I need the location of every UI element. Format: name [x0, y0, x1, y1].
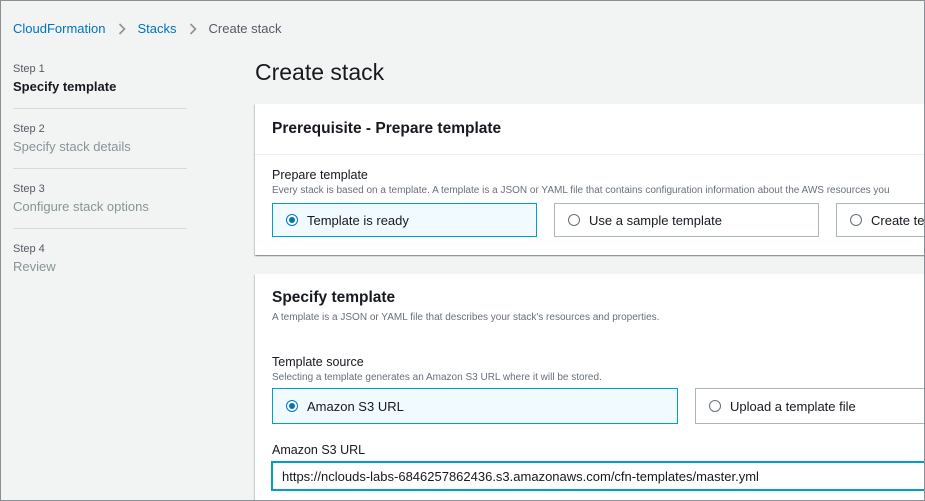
prepare-template-description: Every stack is based on a template. A te… — [272, 185, 890, 196]
breadcrumb-cloudformation[interactable]: CloudFormation — [13, 21, 106, 36]
step-number: Step 4 — [13, 243, 45, 255]
radio-icon — [850, 214, 862, 226]
template-source-label: Template source — [272, 355, 364, 369]
radio-icon — [709, 400, 721, 412]
option-upload-template-file[interactable]: Upload a template file — [695, 388, 924, 424]
panel-header: Prerequisite - Prepare template — [255, 104, 924, 155]
chevron-right-icon — [118, 22, 126, 35]
breadcrumb-stacks[interactable]: Stacks — [138, 21, 177, 36]
wizard-steps: Step 1 Specify template Step 2 Specify s… — [13, 62, 187, 301]
template-source-description: Selecting a template generates an Amazon… — [272, 372, 602, 383]
step-title: Configure stack options — [13, 199, 149, 214]
option-amazon-s3-url[interactable]: Amazon S3 URL — [272, 388, 678, 424]
breadcrumb-create-stack: Create stack — [208, 21, 282, 36]
breadcrumb: CloudFormation Stacks Create stack — [13, 21, 282, 36]
specify-template-description: A template is a JSON or YAML file that d… — [272, 312, 660, 323]
option-label: Amazon S3 URL — [307, 398, 404, 414]
option-label: Upload a template file — [730, 398, 856, 414]
step-2: Step 2 Specify stack details — [13, 122, 187, 169]
step-3: Step 3 Configure stack options — [13, 182, 187, 229]
option-label: Create ter — [871, 212, 925, 228]
prerequisite-panel: Prerequisite - Prepare template Prepare … — [255, 104, 925, 255]
chevron-right-icon — [189, 22, 197, 35]
field-label: Prepare template — [272, 168, 368, 182]
radio-selected-icon — [286, 400, 298, 412]
step-title: Specify stack details — [13, 139, 131, 154]
page-title: Create stack — [255, 59, 385, 85]
step-4: Step 4 Review — [13, 242, 187, 288]
panel-heading: Specify template — [272, 289, 396, 306]
option-label: Template is ready — [307, 212, 409, 228]
radio-selected-icon — [286, 214, 298, 226]
panel-heading: Prerequisite - Prepare template — [272, 120, 502, 137]
prepare-template-label: Prepare template — [272, 168, 368, 182]
option-label: Use a sample template — [589, 212, 722, 228]
radio-icon — [568, 214, 580, 226]
step-number: Step 3 — [13, 183, 45, 195]
panel-header: Specify template — [272, 289, 395, 307]
step-number: Step 2 — [13, 123, 45, 135]
option-sample-template[interactable]: Use a sample template — [554, 203, 819, 237]
s3-url-label: Amazon S3 URL — [272, 443, 366, 457]
specify-template-panel: Specify template A template is a JSON or… — [255, 274, 924, 500]
step-title: Specify template — [13, 79, 117, 94]
step-1: Step 1 Specify template — [13, 62, 187, 109]
s3-url-input[interactable] — [272, 462, 924, 490]
option-create-template[interactable]: Create ter — [836, 203, 925, 237]
app-frame: CloudFormation Stacks Create stack Step … — [0, 0, 925, 501]
step-number: Step 1 — [13, 63, 45, 75]
option-template-ready[interactable]: Template is ready — [272, 203, 537, 237]
step-title: Review — [13, 259, 56, 274]
